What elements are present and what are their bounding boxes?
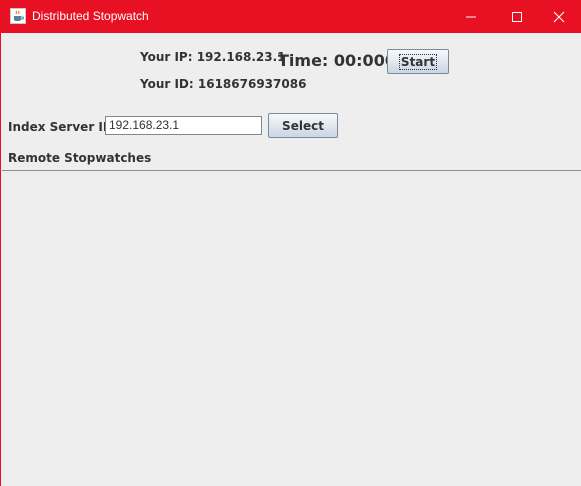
java-cup-icon [10, 8, 26, 24]
content-panel: Your IP: 192.168.23.1 Your ID: 161867693… [2, 33, 581, 486]
your-id-label: Your ID: 1618676937086 [140, 77, 307, 91]
minimize-icon [466, 16, 476, 18]
remote-stopwatches-heading: Remote Stopwatches [8, 151, 152, 165]
title-bar[interactable]: Distributed Stopwatch [1, 0, 581, 33]
start-button-label: Start [398, 53, 438, 70]
app-window: Distributed Stopwatch Your IP: 192.168.2… [0, 0, 581, 486]
your-ip-label: Your IP: 192.168.23.1 [140, 50, 286, 64]
time-display: Time: 00:000 [278, 51, 396, 70]
index-server-ip-input[interactable]: 192.168.23.1 [105, 116, 262, 135]
close-icon [553, 11, 565, 23]
start-button[interactable]: Start [387, 49, 449, 74]
close-button[interactable] [536, 0, 581, 33]
window-title: Distributed Stopwatch [32, 9, 149, 23]
remote-stopwatches-list [2, 171, 581, 486]
index-server-label: Index Server IP: [8, 120, 117, 134]
maximize-button[interactable] [494, 0, 540, 33]
select-button[interactable]: Select [268, 113, 338, 138]
minimize-button[interactable] [448, 0, 494, 33]
maximize-icon [512, 12, 522, 22]
